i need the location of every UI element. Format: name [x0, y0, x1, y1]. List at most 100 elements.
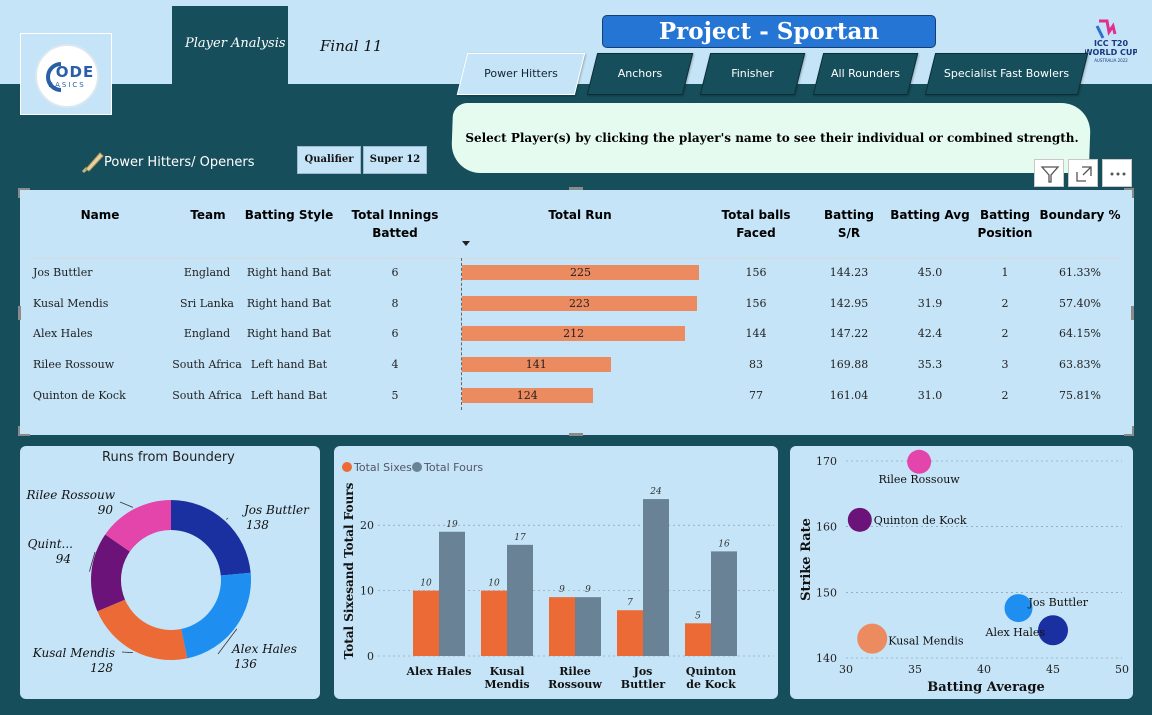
resize-handle[interactable]	[569, 433, 583, 436]
x-tick-label: 50	[1115, 663, 1129, 676]
column-header-balls-faced[interactable]: Total balls Faced	[716, 206, 796, 242]
logo-text: ODE	[55, 63, 95, 81]
legend-marker	[412, 462, 422, 472]
header-divider	[30, 258, 1122, 259]
filter-button[interactable]	[1034, 159, 1064, 187]
cell-innings: 6	[391, 266, 399, 279]
y-axis-title: Strike Rate	[799, 518, 814, 601]
cell-strike-rate: 144.23	[829, 266, 869, 279]
cell-strike-rate: 161.04	[829, 388, 869, 402]
tab-label: All Rounders	[831, 67, 900, 80]
frame-corner	[18, 426, 20, 436]
column-header-batting-position[interactable]: Batting Position	[975, 206, 1035, 242]
y-tick-label: 170	[816, 455, 837, 468]
super-12-button[interactable]: Super 12	[363, 146, 427, 174]
tab-anchors[interactable]: Anchors	[586, 53, 694, 95]
bar-value-label: 9	[585, 585, 591, 595]
section-title-label: Power Hitters/ Openers	[104, 155, 255, 170]
cell-name[interactable]: Rilee Rossouw	[33, 358, 163, 371]
x-category-label: Alex Hales	[406, 665, 472, 678]
column-header-team[interactable]: Team	[178, 206, 238, 224]
cell-name[interactable]: Jos Buttler	[33, 266, 163, 279]
column-header-batting-style[interactable]: Batting Style	[240, 206, 338, 224]
column-header-batting-avg[interactable]: Batting Avg	[888, 206, 972, 224]
more-options-button[interactable]	[1102, 159, 1132, 187]
bar-sixes[interactable]	[549, 597, 575, 656]
frame-corner	[20, 434, 30, 436]
frame-corner	[1132, 188, 1134, 198]
scatter-point-label: Jos Buttler	[1028, 596, 1089, 609]
cell-batting-avg: 35.3	[917, 358, 943, 372]
tab-final-11[interactable]: Final 11	[296, 6, 406, 84]
resize-handle[interactable]	[18, 306, 21, 320]
frame-corner	[18, 188, 20, 198]
bar-sixes[interactable]	[413, 590, 439, 656]
cell-boundary-pct: 61.33%	[1059, 266, 1101, 279]
bar-fours[interactable]	[575, 597, 601, 656]
cell-balls-faced: 77	[749, 388, 763, 402]
qualifier-button[interactable]: Qualifier	[297, 146, 361, 174]
frame-corner	[20, 188, 30, 190]
tab-finisher[interactable]: Finisher	[699, 53, 806, 95]
cell-name[interactable]: Kusal Mendis	[33, 297, 163, 310]
legend-marker	[342, 462, 352, 472]
bar-sixes[interactable]	[481, 590, 507, 656]
bar-fours[interactable]	[507, 544, 533, 656]
y-tick-label: 20	[360, 519, 374, 532]
cell-batting-style: Right hand Bat	[246, 266, 332, 279]
x-axis-title: Batting Average	[927, 680, 1044, 695]
tab-label: Anchors	[617, 67, 663, 80]
cell-balls-faced: 144	[745, 327, 767, 341]
tab-all-rounders[interactable]: All Rounders	[812, 53, 919, 95]
cell-batting-position: 2	[1001, 296, 1009, 310]
bar-fours[interactable]	[643, 499, 669, 656]
bar-fours[interactable]	[711, 551, 737, 656]
sort-descending-icon[interactable]	[461, 240, 471, 248]
cell-batting-position: 2	[1001, 327, 1009, 341]
y-tick-label: 0	[367, 650, 374, 663]
bar-value-label: 10	[488, 579, 500, 589]
tab-specialist-fast-bowlers[interactable]: Specialist Fast Bowlers	[924, 53, 1089, 95]
resize-handle[interactable]	[569, 187, 583, 190]
avg-sr-scatter-chart: 140 150 160 170 30 35 40 45 50 Batting Average Str…	[799, 449, 1129, 695]
tab-label: Finisher	[731, 67, 774, 80]
cell-boundary-pct: 75.81%	[1059, 388, 1101, 402]
cell-name[interactable]: Alex Hales	[33, 327, 163, 340]
y-tick-label: 140	[816, 652, 837, 665]
donut-slice-value: 94	[56, 552, 71, 566]
tab-player-analysis[interactable]: Player Analysis	[172, 6, 288, 84]
cell-strike-rate: 147.22	[829, 327, 869, 341]
more-options-icon	[1110, 172, 1126, 176]
scatter-point-label: Kusal Mendis	[888, 635, 964, 648]
cell-batting-style: Left hand Bat	[250, 358, 328, 372]
bar-sixes[interactable]	[617, 610, 643, 656]
column-header-strike-rate[interactable]: Batting S/R	[814, 206, 884, 242]
t20-world-cup-logo: ICC T20 WORLD CUP AUSTRALIA 2022	[1084, 18, 1138, 70]
resize-handle[interactable]	[1131, 306, 1134, 320]
cell-boundary-pct: 63.83%	[1059, 358, 1101, 372]
logo-subtext: BASICS	[48, 81, 86, 89]
tab-power-hitters[interactable]: Power Hitters	[456, 53, 586, 95]
scatter-point[interactable]	[857, 623, 888, 654]
bar-sixes[interactable]	[685, 623, 711, 656]
scatter-point[interactable]	[847, 507, 872, 532]
sixes-fours-bar-chart: 0 10 20 Total Sixesand Total Fours 10 19 Alex …	[342, 461, 774, 691]
scatter-point[interactable]	[907, 449, 932, 474]
column-header-name[interactable]: Name	[60, 206, 140, 224]
x-category-label: Quinton de Kock	[686, 665, 736, 691]
column-header-total-run[interactable]: Total Run	[530, 206, 630, 224]
logo-badge: ODE BASICS	[35, 44, 99, 108]
bar-fours[interactable]	[439, 531, 465, 656]
y-tick-label: 160	[816, 521, 837, 534]
donut-slice-value: 138	[246, 518, 269, 532]
cell-strike-rate: 169.88	[829, 358, 869, 372]
cell-batting-avg: 45.0	[917, 266, 943, 279]
column-header-boundary-pct[interactable]: Boundary %	[1038, 206, 1122, 224]
column-header-total-innings[interactable]: Total Innings Batted	[348, 206, 442, 242]
cell-batting-style: Left hand Bat	[250, 388, 328, 402]
legend-label: Total Fours	[423, 461, 483, 474]
cell-innings: 5	[391, 388, 399, 402]
donut-slice[interactable]	[171, 500, 251, 576]
cell-name[interactable]: Quinton de Kock	[33, 389, 163, 402]
focus-mode-button[interactable]	[1068, 159, 1098, 187]
